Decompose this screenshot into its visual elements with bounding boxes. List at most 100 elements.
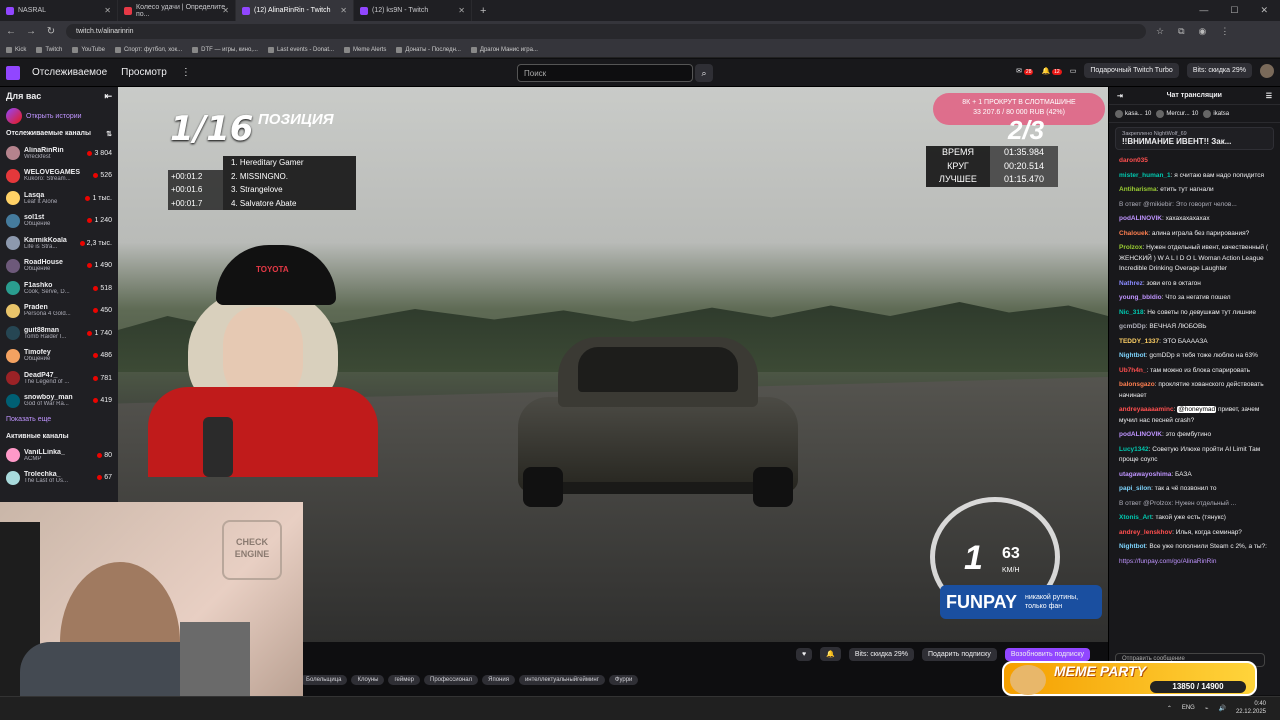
- bookmark-item[interactable]: Twitch: [36, 46, 62, 53]
- sidebar-channel[interactable]: Praden Persona 4 Gold... 450: [6, 300, 112, 323]
- sidebar-channel[interactable]: sol1st Общение 1 240: [6, 210, 112, 233]
- chat-username[interactable]: podALINOVIK: [1119, 431, 1162, 438]
- reply-context[interactable]: В ответ @Prolzox: Нужен отдельный ...: [1119, 500, 1236, 507]
- forward-icon[interactable]: →: [26, 26, 36, 37]
- sidebar-channel[interactable]: VaniLLinka_ ACMP 80: [6, 444, 112, 467]
- notification-bell-icon[interactable]: 🔔: [820, 647, 841, 661]
- stream-tag[interactable]: Профессионал: [424, 675, 479, 685]
- notifications-icon[interactable]: 🔔 12: [1041, 67, 1062, 75]
- url-input[interactable]: twitch.tv/alinarinrin: [66, 24, 1146, 39]
- reload-icon[interactable]: ↻: [46, 26, 56, 37]
- twitch-logo-icon[interactable]: [6, 65, 20, 80]
- chat-username[interactable]: utagawayoshima: [1119, 471, 1171, 478]
- search-input[interactable]: Поиск: [517, 64, 693, 82]
- sidebar-channel[interactable]: KarmikKoala Life is Stra... 2,3 тыс.: [6, 232, 112, 255]
- browser-tab-active[interactable]: (12) AlinaRinRin - Twitch ✕: [236, 0, 354, 21]
- chat-username[interactable]: Xtonis_Art: [1119, 514, 1152, 521]
- chat-username[interactable]: young_bbldio: [1119, 294, 1162, 301]
- chat-username[interactable]: TEDDY_1337: [1119, 338, 1159, 345]
- bookmark-item[interactable]: Last events - Donat...: [267, 46, 334, 53]
- user-avatar[interactable]: [1260, 63, 1274, 78]
- turbo-gift-button[interactable]: Подарочный Twitch Turbo: [1084, 63, 1179, 78]
- browser-tab[interactable]: (12) ks9N - Twitch ✕: [354, 0, 472, 21]
- bookmark-item[interactable]: YouTube: [72, 46, 105, 53]
- chat-username[interactable]: Nightbot: [1119, 543, 1146, 550]
- follow-heart-icon[interactable]: ♥: [795, 647, 813, 661]
- sidebar-channel[interactable]: AlinaRinRin Wreckfest 3 804: [6, 142, 112, 165]
- chat-username[interactable]: Nic_318: [1119, 309, 1144, 316]
- sidebar-channel[interactable]: snowboy_man God of War Ra... 419: [6, 390, 112, 413]
- sidebar-channel[interactable]: Trolechka_ The Last of Us... 67: [6, 467, 112, 490]
- close-window-icon[interactable]: ✕: [1260, 5, 1268, 16]
- clock[interactable]: 0:40 22.12.2025: [1236, 700, 1266, 716]
- nav-following[interactable]: Отслеживаемое: [32, 67, 107, 78]
- nav-more-icon[interactable]: ⋮: [181, 67, 191, 78]
- chat-username[interactable]: Ub7h4n_: [1119, 367, 1146, 374]
- top-gifter[interactable]: ikatsa: [1203, 109, 1231, 118]
- chat-username[interactable]: Nathrez: [1119, 280, 1143, 287]
- resubscribe-button[interactable]: Возобновить подписку: [1004, 647, 1090, 661]
- bookmark-item[interactable]: Спорт: футбол, хок...: [114, 46, 182, 53]
- tray-arrow-icon[interactable]: ⌃: [1167, 705, 1172, 712]
- chat-username[interactable]: daron035: [1119, 157, 1148, 164]
- chat-username[interactable]: Lucy1342: [1119, 446, 1149, 453]
- stream-tag[interactable]: Клоуны: [351, 675, 385, 685]
- close-tab-icon[interactable]: ✕: [222, 6, 229, 15]
- profile-icon[interactable]: ◉: [1199, 26, 1207, 37]
- stream-tag[interactable]: интеллектуальныйгейминг: [518, 675, 605, 685]
- close-tab-icon[interactable]: ✕: [340, 6, 347, 15]
- whispers-icon[interactable]: ▭: [1070, 67, 1077, 75]
- chat-mention[interactable]: @honeymad: [1177, 406, 1217, 413]
- volume-icon[interactable]: 🔊: [1218, 705, 1225, 712]
- new-tab-button[interactable]: +: [472, 5, 494, 17]
- gift-sub-button[interactable]: Подарить подписку: [922, 647, 997, 661]
- bits-discount-button[interactable]: Bits: скидка 29%: [848, 647, 915, 661]
- top-gifter[interactable]: Mercur... 10: [1156, 109, 1198, 118]
- chat-username[interactable]: podALINOVIK: [1119, 215, 1162, 222]
- chat-username[interactable]: Chalouek: [1119, 230, 1148, 237]
- network-icon[interactable]: ⌁: [1205, 705, 1209, 712]
- minimize-icon[interactable]: —: [1199, 5, 1208, 16]
- reply-context[interactable]: В ответ @mikiebir: Это говорит челов...: [1119, 201, 1237, 208]
- chat-username[interactable]: balonsgazo: [1119, 381, 1155, 388]
- bookmark-item[interactable]: DTF — игры, кино,...: [192, 46, 258, 53]
- sidebar-channel[interactable]: WELOVEGAMES Kukoro: Stream... 526: [6, 165, 112, 188]
- bookmark-item[interactable]: Донаты - Последн...: [396, 46, 461, 53]
- stream-tag[interactable]: геймер: [388, 675, 420, 685]
- chat-username[interactable]: Antiharisma: [1119, 186, 1157, 193]
- close-tab-icon[interactable]: ✕: [104, 6, 111, 15]
- chat-users-icon[interactable]: ☰: [1266, 92, 1272, 100]
- sidebar-channel[interactable]: F1ashko Cook, Serve, D... 518: [6, 277, 112, 300]
- maximize-icon[interactable]: ☐: [1230, 5, 1238, 16]
- back-icon[interactable]: ←: [6, 26, 16, 37]
- chat-username[interactable]: Prolzox: [1119, 244, 1142, 251]
- top-gifter[interactable]: kasa... 10: [1115, 109, 1151, 118]
- browser-tab[interactable]: NASRAL ✕: [0, 0, 118, 21]
- bookmark-item[interactable]: Kick: [6, 46, 26, 53]
- sidebar-channel[interactable]: RoadHouse Общение 1 490: [6, 255, 112, 278]
- menu-icon[interactable]: ⋮: [1220, 26, 1229, 37]
- inbox-icon[interactable]: ✉ 28: [1016, 67, 1034, 75]
- chat-username[interactable]: andreyaaaaaminc: [1119, 406, 1174, 413]
- stream-tag[interactable]: Болельщица: [300, 675, 348, 685]
- pinned-message[interactable]: Закреплено NightWolf_69 !!ВНИМАНИЕ ИВЕНТ…: [1115, 127, 1274, 150]
- language-indicator[interactable]: ENG: [1182, 705, 1195, 711]
- sidebar-channel[interactable]: Timofey Общение 486: [6, 345, 112, 368]
- chat-username[interactable]: andrey_lenskhov: [1119, 529, 1172, 536]
- extensions-icon[interactable]: ⧉: [1178, 26, 1184, 37]
- sidebar-channel[interactable]: guit88man Tomb Raider I... 1 740: [6, 322, 112, 345]
- stream-tag[interactable]: Фурри: [608, 675, 639, 685]
- sidebar-channel[interactable]: Lasqa Leaf It Alone 1 тыс.: [6, 187, 112, 210]
- sort-icon[interactable]: ⇅: [106, 130, 112, 138]
- collapse-sidebar-icon[interactable]: ⇤: [104, 91, 112, 102]
- open-stories-button[interactable]: Открыть истории: [6, 108, 112, 124]
- sidebar-channel[interactable]: DeadP47_ The Legend of ... 781: [6, 367, 112, 390]
- nav-browse[interactable]: Просмотр: [121, 67, 167, 78]
- show-more-link[interactable]: Показать еще: [6, 416, 112, 423]
- bookmark-item[interactable]: Meme Alerts: [344, 46, 386, 53]
- stream-tag[interactable]: Япония: [482, 675, 515, 685]
- search-icon[interactable]: ⌕: [695, 64, 713, 82]
- chat-link[interactable]: https://funpay.com/go/AlinaRinRin: [1119, 558, 1216, 565]
- chat-username[interactable]: papi_silon: [1119, 485, 1151, 492]
- chat-username[interactable]: mister_human_1: [1119, 172, 1171, 179]
